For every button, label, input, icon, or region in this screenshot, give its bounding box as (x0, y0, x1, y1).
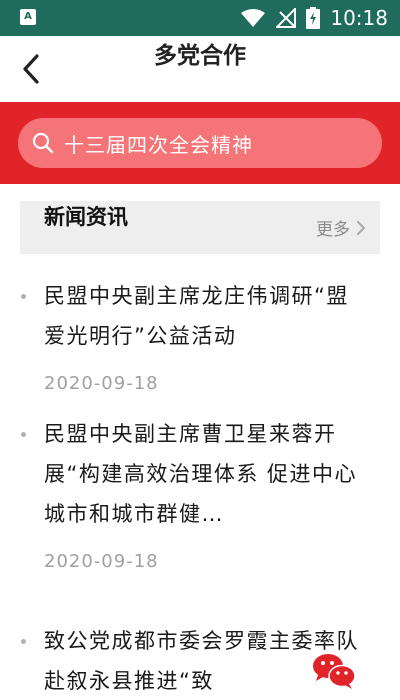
battery-icon (306, 7, 321, 29)
list-bullet (21, 639, 26, 644)
search-input[interactable]: 十三届四次全会精神 (18, 118, 382, 168)
signal-icon (276, 8, 297, 28)
app-notification-icon: A (20, 9, 36, 25)
page-title: 多党合作 (154, 43, 246, 69)
news-item[interactable]: 民盟中央副主席龙庄伟调研“盟爱光明行”公益活动 2020-09-18 (0, 262, 400, 400)
search-band: 十三届四次全会精神 (0, 102, 400, 184)
news-title: 民盟中央副主席龙庄伟调研“盟爱光明行”公益活动 (44, 284, 349, 348)
search-text: 十三届四次全会精神 (64, 132, 253, 157)
list-bullet (21, 432, 26, 437)
news-date: 2020-09-18 (44, 551, 159, 572)
chevron-right-icon (357, 220, 365, 235)
news-item[interactable]: 民盟中央副主席曹卫星来蓉开展“构建高效治理体系 促进中心城市和城市群健… 202… (0, 400, 400, 607)
search-icon (32, 132, 54, 154)
nav-bar: 多党合作 (0, 36, 400, 102)
wifi-icon (241, 9, 266, 27)
section-header: 新闻资讯 更多 (20, 201, 380, 254)
status-time: 10:18 (330, 6, 388, 30)
wechat-icon (313, 654, 356, 689)
list-bullet (21, 294, 26, 299)
news-list: 民盟中央副主席龙庄伟调研“盟爱光明行”公益活动 2020-09-18 民盟中央副… (0, 262, 400, 700)
status-icons: 10:18 (240, 0, 388, 36)
more-link[interactable]: 更多 (316, 201, 366, 254)
section-title: 新闻资讯 (44, 205, 128, 229)
more-label: 更多 (316, 220, 350, 240)
status-bar: A 10:18 (0, 0, 400, 36)
news-title: 民盟中央副主席曹卫星来蓉开展“构建高效治理体系 促进中心城市和城市群健… (44, 422, 358, 526)
wechat-share-button[interactable] (311, 651, 357, 691)
